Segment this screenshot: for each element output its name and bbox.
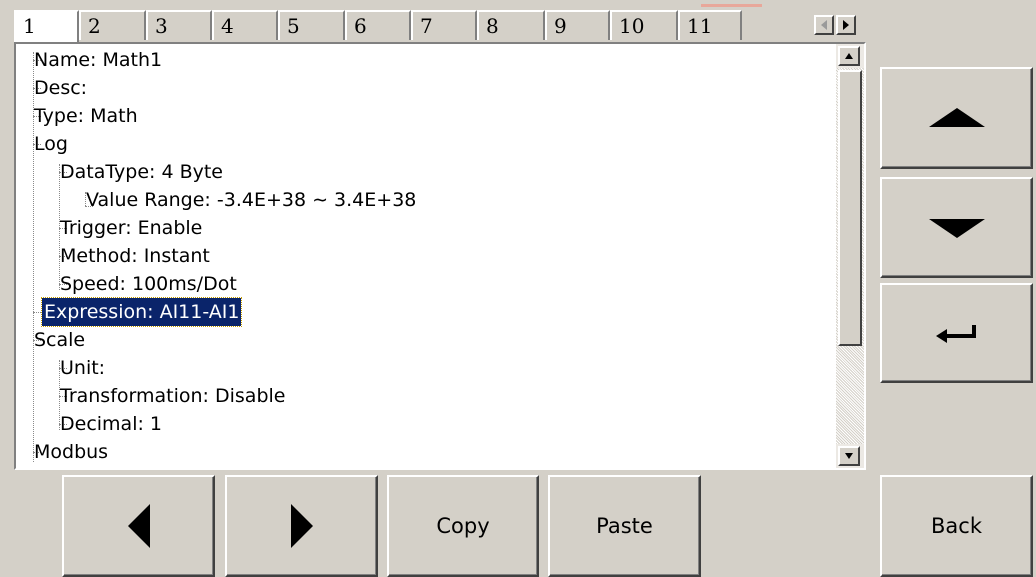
paste-button-label: Paste (596, 514, 653, 538)
left-button[interactable] (62, 475, 215, 577)
tree-item-expression[interactable]: Expression: AI11-AI1 (40, 297, 243, 327)
tab-3[interactable]: 3 (146, 10, 212, 40)
scroll-left-icon (821, 20, 827, 30)
vertical-scrollbar[interactable] (836, 44, 864, 468)
enter-button[interactable] (880, 283, 1033, 383)
tree-item-decimal[interactable]: Decimal: 1 (58, 410, 164, 438)
copy-button-label: Copy (436, 514, 490, 538)
tree-item-datatype[interactable]: DataType: 4 Byte (58, 158, 225, 186)
copy-button[interactable]: Copy (387, 475, 539, 577)
tab-8[interactable]: 8 (477, 10, 545, 40)
scroll-down-icon (845, 453, 853, 459)
tree-item-speed[interactable]: Speed: 100ms/Dot (58, 270, 239, 298)
scroll-down-button[interactable] (838, 446, 860, 466)
scroll-right-icon (843, 20, 849, 30)
tab-4[interactable]: 4 (212, 10, 278, 40)
tree-item-modbus[interactable]: Modbus (32, 438, 110, 466)
tab-5[interactable]: 5 (278, 10, 345, 40)
tab-scroll-left-button[interactable] (814, 15, 834, 35)
tab-6[interactable]: 6 (345, 10, 411, 40)
tab-2[interactable]: 2 (79, 10, 146, 40)
tree-item-trigger[interactable]: Trigger: Enable (58, 214, 204, 242)
down-arrow-icon (928, 218, 985, 238)
property-tree[interactable]: Name: Math1 Desc: Type: Math Log DataTyp… (16, 44, 834, 468)
tree-item-desc[interactable]: Desc: (32, 74, 89, 102)
tab-strip: 1 2 3 4 5 6 7 8 9 10 11 (14, 10, 866, 44)
tree-item-scale[interactable]: Scale (32, 326, 87, 354)
scrollbar-thumb[interactable] (838, 70, 862, 346)
back-button-label: Back (931, 514, 982, 538)
tab-10[interactable]: 10 (610, 10, 678, 40)
right-arrow-icon (290, 504, 313, 548)
tree-item-method[interactable]: Method: Instant (58, 242, 212, 270)
tab-11[interactable]: 11 (678, 10, 742, 40)
scroll-up-button[interactable] (838, 46, 860, 66)
up-button[interactable] (880, 67, 1033, 169)
tree-item-transformation[interactable]: Transformation: Disable (58, 382, 287, 410)
left-arrow-icon (127, 504, 150, 548)
tree-item-type[interactable]: Type: Math (32, 102, 140, 130)
tree-connector (33, 312, 41, 313)
tree-panel: Name: Math1 Desc: Type: Math Log DataTyp… (14, 42, 866, 470)
scroll-up-icon (845, 53, 853, 59)
tree-item-log[interactable]: Log (32, 130, 70, 158)
tree-item-unit[interactable]: Unit: (58, 354, 107, 382)
decorative-mark (701, 4, 762, 7)
tab-7[interactable]: 7 (411, 10, 477, 40)
down-button[interactable] (880, 177, 1033, 278)
enter-icon (935, 325, 976, 343)
tab-scroll-right-button[interactable] (836, 15, 856, 35)
tree-item-name[interactable]: Name: Math1 (32, 46, 164, 74)
up-arrow-icon (928, 108, 985, 127)
paste-button[interactable]: Paste (548, 475, 701, 577)
tab-1[interactable]: 1 (14, 10, 79, 44)
back-button[interactable]: Back (880, 475, 1033, 577)
right-button[interactable] (225, 475, 378, 577)
tab-9[interactable]: 9 (545, 10, 610, 40)
tree-item-value-range[interactable]: Value Range: -3.4E+38 ∼ 3.4E+38 (84, 186, 418, 214)
